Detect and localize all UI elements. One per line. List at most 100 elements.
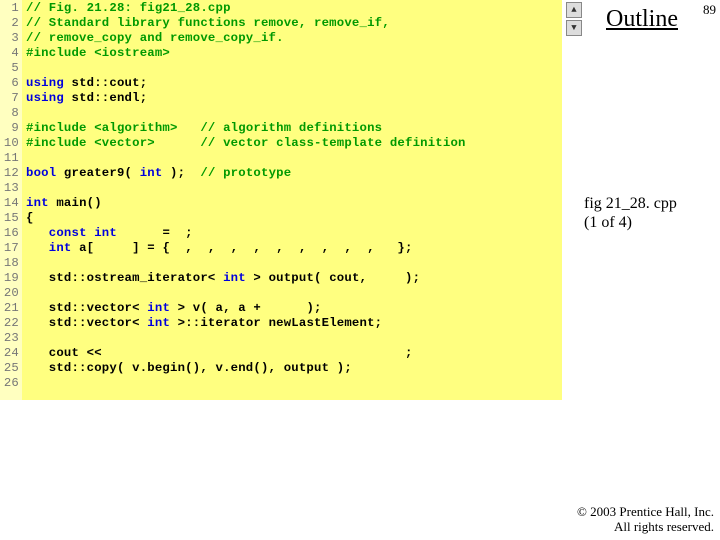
code-line: std::vector< int > v( a, a + ); xyxy=(26,301,562,316)
line-number: 4 xyxy=(0,46,19,61)
line-number: 22 xyxy=(0,316,19,331)
line-number: 15 xyxy=(0,211,19,226)
code-token: greater9( xyxy=(56,166,139,180)
code-token: > v( a, a + ); xyxy=(170,301,322,315)
line-number: 25 xyxy=(0,361,19,376)
code-body: // Fig. 21.28: fig21_28.cpp// Standard l… xyxy=(22,0,562,400)
code-line: // Fig. 21.28: fig21_28.cpp xyxy=(26,1,562,16)
line-number: 5 xyxy=(0,61,19,76)
code-line: cout << ; xyxy=(26,346,562,361)
line-number: 21 xyxy=(0,301,19,316)
code-token: const int xyxy=(49,226,117,240)
line-number: 10 xyxy=(0,136,19,151)
code-token: // remove_copy and remove_copy_if. xyxy=(26,31,284,45)
line-number: 7 xyxy=(0,91,19,106)
code-token: int xyxy=(223,271,246,285)
code-token: ); xyxy=(162,166,200,180)
code-token: std::ostream_iterator< xyxy=(26,271,223,285)
code-token: = ; xyxy=(117,226,193,240)
copyright: © 2003 Prentice Hall, Inc. All rights re… xyxy=(577,504,714,534)
file-name: fig 21_28. cpp xyxy=(584,195,677,212)
nav-prev-button[interactable]: ▲ xyxy=(566,2,582,18)
code-token xyxy=(155,136,200,150)
code-token xyxy=(178,121,201,135)
code-token: using xyxy=(26,91,64,105)
code-token: a[ ] = { , , , , , , , , , }; xyxy=(72,241,413,255)
code-token xyxy=(26,241,49,255)
code-token: int xyxy=(49,241,72,255)
nav-next-button[interactable]: ▼ xyxy=(566,20,582,36)
code-token: #include <algorithm> xyxy=(26,121,178,135)
code-token: int xyxy=(140,166,163,180)
line-number: 1 xyxy=(0,1,19,16)
code-token: int xyxy=(147,301,170,315)
code-line: #include <iostream> xyxy=(26,46,562,61)
code-token: // vector class-template definition xyxy=(200,136,465,150)
code-token: > output( cout, ); xyxy=(246,271,420,285)
code-line: #include <vector> // vector class-templa… xyxy=(26,136,562,151)
code-line: int main() xyxy=(26,196,562,211)
code-token: bool xyxy=(26,166,56,180)
line-number: 14 xyxy=(0,196,19,211)
code-line xyxy=(26,376,562,391)
code-line: std::vector< int >::iterator newLastElem… xyxy=(26,316,562,331)
line-number: 20 xyxy=(0,286,19,301)
code-line: #include <algorithm> // algorithm defini… xyxy=(26,121,562,136)
code-token: int xyxy=(26,196,49,210)
code-line: int a[ ] = { , , , , , , , , , }; xyxy=(26,241,562,256)
copyright-line1: © 2003 Prentice Hall, Inc. xyxy=(577,504,714,519)
code-line: const int = ; xyxy=(26,226,562,241)
line-number: 23 xyxy=(0,331,19,346)
code-token: #include <iostream> xyxy=(26,46,170,60)
line-number: 13 xyxy=(0,181,19,196)
line-number: 24 xyxy=(0,346,19,361)
code-token: std::copy( v.begin(), v.end(), output ); xyxy=(26,361,352,375)
code-token: main() xyxy=(49,196,102,210)
file-label: fig 21_28. cpp (1 of 4) xyxy=(584,194,677,232)
code-line xyxy=(26,331,562,346)
file-part: (1 of 4) xyxy=(584,214,632,231)
code-line xyxy=(26,181,562,196)
line-number: 6 xyxy=(0,76,19,91)
line-number: 2 xyxy=(0,16,19,31)
line-number: 9 xyxy=(0,121,19,136)
code-line: std::ostream_iterator< int > output( cou… xyxy=(26,271,562,286)
code-token: // Fig. 21.28: fig21_28.cpp xyxy=(26,1,231,15)
code-line xyxy=(26,151,562,166)
code-pane: 1234567891011121314151617181920212223242… xyxy=(0,0,562,400)
line-number: 16 xyxy=(0,226,19,241)
line-number: 11 xyxy=(0,151,19,166)
code-line xyxy=(26,61,562,76)
line-number-gutter: 1234567891011121314151617181920212223242… xyxy=(0,0,22,400)
code-token: std::vector< xyxy=(26,316,147,330)
code-line: using std::endl; xyxy=(26,91,562,106)
triangle-down-icon: ▼ xyxy=(571,23,576,33)
code-token: // prototype xyxy=(200,166,291,180)
line-number: 8 xyxy=(0,106,19,121)
code-token: std::endl; xyxy=(64,91,147,105)
code-line xyxy=(26,106,562,121)
line-number: 18 xyxy=(0,256,19,271)
code-line: { xyxy=(26,211,562,226)
code-token: using xyxy=(26,76,64,90)
code-line xyxy=(26,256,562,271)
slide: 1234567891011121314151617181920212223242… xyxy=(0,0,720,540)
code-token: cout << ; xyxy=(26,346,413,360)
nav-buttons: ▲ ▼ xyxy=(566,2,582,38)
code-line: // Standard library functions remove, re… xyxy=(26,16,562,31)
code-token: #include <vector> xyxy=(26,136,155,150)
copyright-line2: All rights reserved. xyxy=(614,519,714,534)
code-token: >::iterator newLastElement; xyxy=(170,316,382,330)
code-line: using std::cout; xyxy=(26,76,562,91)
code-token: // Standard library functions remove, re… xyxy=(26,16,390,30)
line-number: 19 xyxy=(0,271,19,286)
code-line: bool greater9( int ); // prototype xyxy=(26,166,562,181)
line-number: 26 xyxy=(0,376,19,391)
code-line: std::copy( v.begin(), v.end(), output ); xyxy=(26,361,562,376)
code-token: { xyxy=(26,211,34,225)
code-token: std::vector< xyxy=(26,301,147,315)
code-line: // remove_copy and remove_copy_if. xyxy=(26,31,562,46)
line-number: 17 xyxy=(0,241,19,256)
code-token: std::cout; xyxy=(64,76,147,90)
code-token xyxy=(26,226,49,240)
